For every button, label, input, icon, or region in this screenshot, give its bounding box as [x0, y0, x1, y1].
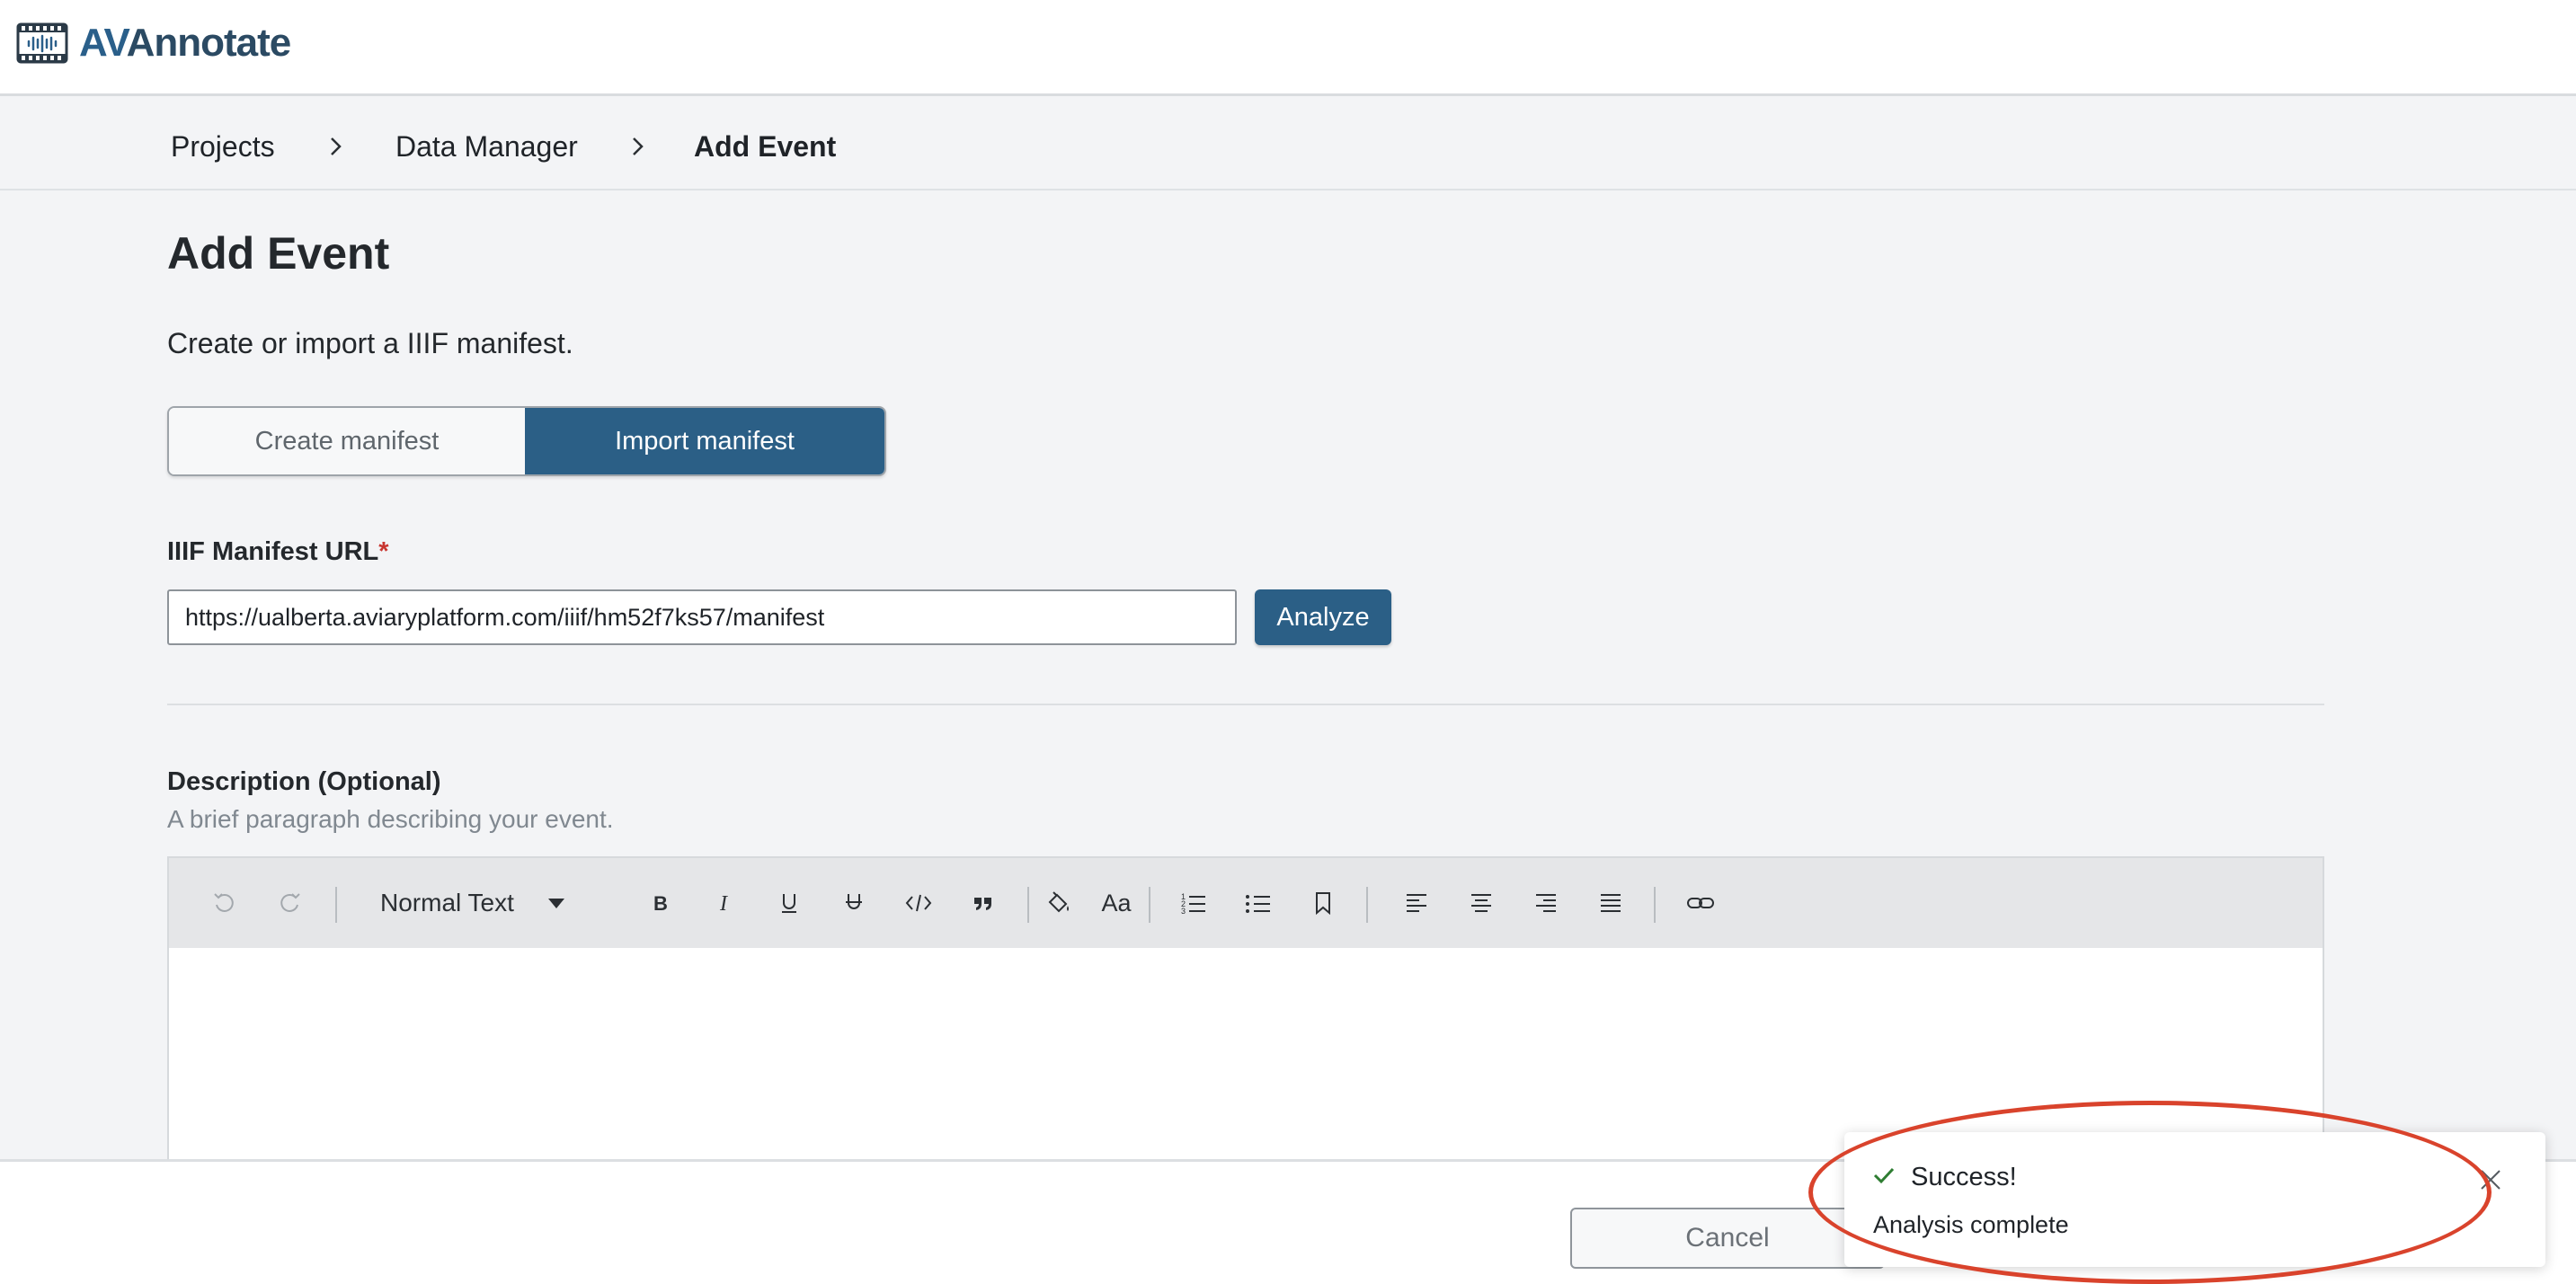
caret-down-icon: [547, 898, 564, 908]
align-left-icon[interactable]: [1397, 883, 1436, 923]
ordered-list-icon[interactable]: 123: [1174, 883, 1213, 923]
analyze-button[interactable]: Analyze: [1255, 589, 1391, 645]
manifest-url-input[interactable]: [167, 589, 1237, 645]
app-logo[interactable]: AVAnnotate: [16, 20, 291, 66]
cancel-button[interactable]: Cancel: [1570, 1208, 1885, 1269]
breadcrumb-add-event: Add Event: [694, 130, 837, 163]
strikethrough-icon[interactable]: [834, 883, 874, 923]
create-manifest-option[interactable]: Create manifest: [169, 408, 526, 474]
required-marker: *: [378, 537, 389, 566]
toolbar-separator: [1149, 887, 1150, 923]
success-toast: Success! Analysis complete: [1844, 1132, 2545, 1267]
toolbar-separator: [1654, 887, 1656, 923]
toast-title: Success!: [1911, 1163, 2017, 1191]
undo-icon[interactable]: [205, 883, 244, 923]
bookmark-icon[interactable]: [1303, 883, 1343, 923]
breadcrumb-projects[interactable]: Projects: [171, 129, 275, 164]
top-bar: AVAnnotate: [0, 0, 2576, 96]
check-icon: [1873, 1167, 1895, 1184]
align-justify-icon[interactable]: [1591, 883, 1630, 923]
film-soundwave-icon: [16, 22, 68, 64]
quote-icon[interactable]: [964, 883, 1003, 923]
underline-icon[interactable]: [769, 883, 809, 923]
close-icon[interactable]: [2475, 1164, 2506, 1195]
chevron-right-icon: [331, 137, 342, 155]
manifest-url-label: IIIF Manifest URL*: [167, 537, 389, 566]
toast-message: Analysis complete: [1873, 1211, 2069, 1238]
redo-icon[interactable]: [270, 883, 309, 923]
svg-text:B: B: [653, 892, 668, 915]
highlight-color-icon[interactable]: [1039, 883, 1079, 923]
description-help-text: A brief paragraph describing your event.: [167, 805, 614, 833]
align-right-icon[interactable]: [1526, 883, 1566, 923]
font-case-icon[interactable]: Aa: [1097, 883, 1136, 923]
page-title: Add Event: [167, 228, 390, 279]
manifest-mode-toggle: Create manifest Import manifest: [167, 406, 886, 476]
app-logo-text: AVAnnotate: [79, 21, 291, 65]
editor-toolbar: Normal Text B I Aa 123: [169, 858, 2323, 948]
editor-content-area[interactable]: [169, 948, 2323, 1162]
svg-text:3: 3: [1181, 907, 1186, 916]
breadcrumb: Projects Data Manager Add Event: [0, 99, 2576, 190]
chevron-right-icon: [633, 137, 644, 155]
toolbar-separator: [1027, 887, 1029, 923]
italic-icon[interactable]: I: [705, 883, 744, 923]
align-center-icon[interactable]: [1461, 883, 1501, 923]
block-type-select[interactable]: Normal Text: [380, 883, 564, 923]
import-manifest-option[interactable]: Import manifest: [525, 408, 884, 474]
description-label: Description (Optional): [167, 767, 441, 796]
bullet-list-icon[interactable]: [1239, 883, 1278, 923]
code-icon[interactable]: [899, 883, 938, 923]
bold-icon[interactable]: B: [640, 883, 680, 923]
description-editor: Normal Text B I Aa 123: [167, 856, 2324, 1162]
toolbar-separator: [1366, 887, 1368, 923]
svg-text:I: I: [719, 892, 728, 916]
section-divider: [167, 704, 2324, 705]
breadcrumb-data-manager[interactable]: Data Manager: [395, 129, 578, 164]
toolbar-separator: [335, 887, 337, 923]
link-icon[interactable]: [1681, 883, 1720, 923]
page-subtitle: Create or import a IIIF manifest.: [167, 327, 573, 359]
